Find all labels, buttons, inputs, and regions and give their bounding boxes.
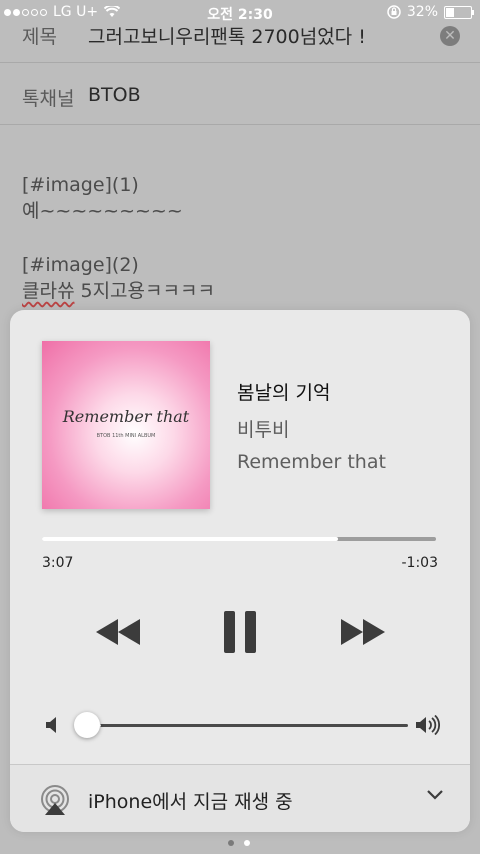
volume-low-icon	[46, 717, 56, 733]
battery-percent: 32%	[406, 4, 438, 20]
chevron-down-icon[interactable]	[426, 789, 444, 801]
volume-high-icon	[416, 715, 440, 735]
airplay-icon	[41, 785, 69, 815]
pause-button[interactable]	[222, 608, 258, 656]
album-art-subtitle: BTOB 11th MINI ALBUM	[96, 433, 156, 439]
airplay-bar[interactable]: iPhone에서 지금 재생 중	[10, 764, 470, 832]
misspelled-word: 클라쓔	[22, 280, 75, 302]
track-artist: 비투비	[237, 419, 290, 441]
fast-forward-icon	[341, 619, 385, 645]
elapsed-time: 3:07	[42, 555, 74, 571]
remaining-time: -1:03	[401, 555, 439, 571]
page-dot-active	[244, 840, 250, 846]
battery-icon	[444, 5, 474, 19]
channel-label: 톡채널	[22, 88, 75, 110]
playback-scrubber[interactable]	[42, 537, 436, 541]
now-playing-card: Remember that BTOB 11th MINI ALBUM 봄날의 기…	[10, 310, 470, 832]
album-art[interactable]: Remember that BTOB 11th MINI ALBUM	[42, 341, 210, 509]
pause-icon	[224, 611, 256, 653]
body-line-2: 예~~~~~~~~~	[22, 200, 183, 222]
fast-forward-button[interactable]	[340, 608, 386, 656]
volume-control	[10, 710, 470, 740]
volume-knob[interactable]	[74, 712, 100, 738]
volume-slider[interactable]	[88, 724, 408, 727]
channel-row[interactable]: 톡채널 BTOB	[0, 62, 480, 125]
album-art-title: Remember that	[62, 407, 190, 426]
page-dot	[228, 840, 234, 846]
rewind-icon	[96, 619, 140, 645]
page-indicator	[228, 840, 250, 846]
orientation-lock-icon	[387, 5, 401, 19]
body-line-3: [#image](2)	[22, 254, 139, 276]
body-line-4: 클라쓔 5지고용ㅋㅋㅋㅋ	[22, 278, 215, 304]
subject-label: 제목	[22, 26, 57, 48]
body-line-1: [#image](1)	[22, 174, 139, 196]
channel-value[interactable]: BTOB	[88, 84, 141, 106]
track-title: 봄날의 기억	[237, 382, 331, 404]
rewind-button[interactable]	[95, 608, 141, 656]
body-line-4-rest: 5지고용ㅋㅋㅋㅋ	[74, 280, 215, 302]
subject-input[interactable]: 그러고보니우리팬톡 2700넘었다 !	[88, 22, 366, 49]
track-info: 봄날의 기억 비투비 Remember that	[237, 378, 386, 473]
clear-icon[interactable]: ✕	[440, 26, 460, 46]
transport-controls	[10, 608, 470, 656]
playback-progress-fill	[42, 537, 338, 541]
track-album: Remember that	[237, 451, 386, 473]
status-bar: LG U+ 오전 2:30 32%	[0, 0, 480, 26]
airplay-label: iPhone에서 지금 재생 중	[88, 791, 293, 813]
